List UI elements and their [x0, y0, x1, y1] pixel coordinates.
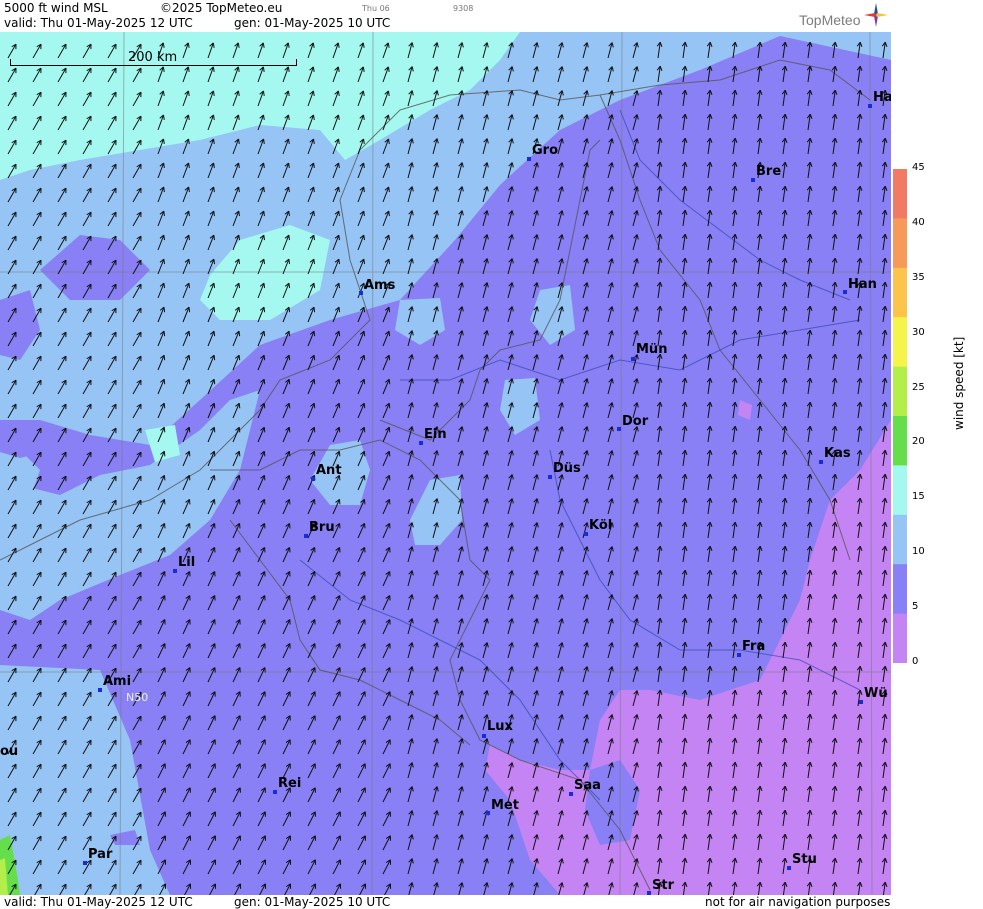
city-marker	[83, 861, 87, 865]
legend-tick-label: 5	[912, 601, 919, 613]
legend-swatch	[893, 514, 907, 565]
city-marker	[868, 104, 872, 108]
disclaimer-text: not for air navigation purposes	[705, 895, 891, 909]
city-label-gro: Gro	[532, 143, 559, 158]
city-marker	[787, 866, 791, 870]
city-marker	[819, 460, 823, 464]
city-label-lux: Lux	[487, 719, 513, 734]
city-marker	[584, 532, 588, 536]
city-label-ams: Ams	[364, 278, 396, 293]
run-code: 9308	[453, 4, 474, 13]
legend-swatch	[893, 564, 907, 615]
legend-tick-label: 35	[912, 271, 925, 283]
city-marker	[548, 475, 552, 479]
city-label-str: Str	[652, 878, 674, 893]
city-label-stu: Stu	[792, 852, 817, 867]
scale-label: 200 km	[128, 50, 178, 65]
city-label-ein: Ein	[424, 427, 447, 442]
city-marker	[419, 441, 423, 445]
map-header: 5000 ft wind MSL ©2025 TopMeteo.eu Thu 0…	[0, 0, 891, 32]
copyright-text: ©2025 TopMeteo.eu	[160, 1, 283, 15]
city-marker	[486, 811, 490, 815]
city-marker	[482, 734, 486, 738]
city-marker	[273, 790, 277, 794]
city-label-kas: Kas	[824, 446, 851, 461]
legend-swatch	[893, 465, 907, 516]
legend-swatch	[893, 267, 907, 318]
city-label-ant: Ant	[316, 463, 342, 478]
footer-valid-time: valid: Thu 01-May-2025 12 UTC	[4, 895, 193, 909]
city-label-fra: Fra	[742, 639, 766, 654]
wind-speed-field	[0, 32, 891, 895]
legend-tick-label: 0	[912, 656, 919, 667]
map-footer: valid: Thu 01-May-2025 12 UTC gen: 01-Ma…	[0, 895, 891, 909]
topmeteo-logo: TopMeteo	[799, 12, 861, 28]
compass-icon	[864, 3, 888, 27]
footer-generated-time: gen: 01-May-2025 10 UTC	[234, 895, 391, 909]
legend-swatch	[893, 317, 907, 368]
city-label-rei: Rei	[278, 776, 302, 791]
latitude-label: N50	[126, 691, 149, 704]
legend-swatch	[893, 416, 907, 466]
city-marker	[617, 427, 621, 431]
city-label-dus: Düs	[553, 461, 581, 476]
legend-color-bar	[893, 169, 907, 663]
city-label-lil: Lil	[178, 555, 196, 570]
valid-time: valid: Thu 01-May-2025 12 UTC	[4, 16, 193, 30]
city-marker	[737, 653, 741, 657]
legend-swatch	[893, 169, 907, 219]
city-marker	[311, 477, 315, 481]
city-marker	[751, 178, 755, 182]
city-label-kol: Köl	[589, 518, 613, 533]
city-marker	[527, 157, 531, 161]
city-marker	[569, 792, 573, 796]
city-label-met: Met	[491, 798, 519, 813]
city-marker	[173, 569, 177, 573]
wind-speed-legend	[893, 169, 907, 663]
city-label-dor: Dor	[622, 414, 649, 429]
city-marker	[631, 357, 635, 361]
product-title: 5000 ft wind MSL	[4, 1, 108, 15]
city-marker	[859, 700, 863, 704]
distance-scale: 200 km	[10, 50, 297, 69]
city-label-ha: Ha	[873, 90, 891, 105]
city-label-bru: Bru	[309, 520, 335, 535]
legend-tick-label: 10	[912, 546, 925, 558]
legend-tick-label: 20	[912, 436, 925, 448]
city-marker	[843, 290, 847, 294]
city-marker	[98, 688, 102, 692]
legend-tick-label: 40	[912, 216, 925, 228]
generated-time: gen: 01-May-2025 10 UTC	[234, 16, 391, 30]
city-label-saa: Saa	[574, 778, 601, 793]
city-marker	[359, 291, 363, 295]
city-marker	[304, 534, 308, 538]
legend-tick-label: 25	[912, 381, 925, 393]
legend-title: wind speed [kt]	[952, 336, 966, 430]
city-label-ou: ou	[0, 744, 19, 759]
legend-tick-label: 30	[912, 326, 925, 338]
legend-tick-label: 15	[912, 491, 925, 503]
city-label-par: Par	[88, 847, 113, 862]
legend-swatch	[893, 613, 907, 663]
legend-swatch	[893, 366, 907, 417]
run-label: Thu 06	[362, 4, 390, 13]
city-label-mun: Mün	[636, 342, 668, 357]
city-label-bre: Bre	[756, 164, 782, 179]
city-label-wu: Wü	[864, 686, 888, 701]
legend-swatch	[893, 218, 907, 269]
city-label-ami: Ami	[103, 674, 132, 689]
wind-map: 200 km N50 Gro Bre Ha Ams Han Mün Ein Do…	[0, 32, 891, 895]
legend-tick-label: 45	[912, 162, 925, 173]
city-label-han: Han	[848, 277, 877, 292]
